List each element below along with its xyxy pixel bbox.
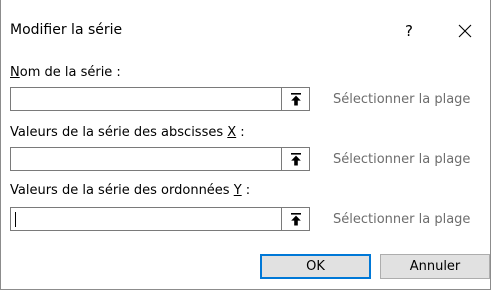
collapse-range-icon xyxy=(290,152,301,165)
help-icon: ? xyxy=(405,22,413,40)
x-values-label: Valeurs de la série des abscisses X : xyxy=(10,125,245,140)
edit-series-dialog: Modifier la série ? Nom de la série : Sé… xyxy=(0,0,491,290)
x-values-range-hint: Sélectionner la plage xyxy=(333,152,471,167)
y-values-field[interactable] xyxy=(10,207,282,231)
accelerator-key: X xyxy=(227,125,237,140)
accelerator-key: N xyxy=(10,65,20,80)
y-values-input[interactable] xyxy=(11,208,281,230)
x-values-input[interactable] xyxy=(11,148,281,170)
y-values-label: Valeurs de la série des ordonnées Y : xyxy=(10,183,251,198)
series-name-range-hint: Sélectionner la plage xyxy=(333,92,471,107)
accelerator-key: Y xyxy=(233,183,242,198)
series-name-range-button[interactable] xyxy=(282,87,310,111)
series-name-input[interactable] xyxy=(11,88,281,110)
ok-button[interactable]: OK xyxy=(260,254,371,279)
close-button[interactable] xyxy=(442,13,488,49)
x-values-range-button[interactable] xyxy=(282,147,310,171)
dialog-title: Modifier la série xyxy=(10,22,123,38)
series-name-field[interactable] xyxy=(10,87,282,111)
y-values-range-hint: Sélectionner la plage xyxy=(333,212,471,227)
title-bar: Modifier la série ? xyxy=(1,0,490,62)
cancel-button[interactable]: Annuler xyxy=(380,254,490,279)
collapse-range-icon xyxy=(290,92,301,105)
close-icon xyxy=(458,24,472,38)
y-values-range-button[interactable] xyxy=(282,207,310,231)
collapse-range-icon xyxy=(290,212,301,225)
text-caret xyxy=(15,212,16,227)
help-button[interactable]: ? xyxy=(389,13,429,49)
series-name-label: Nom de la série : xyxy=(10,65,121,80)
x-values-field[interactable] xyxy=(10,147,282,171)
